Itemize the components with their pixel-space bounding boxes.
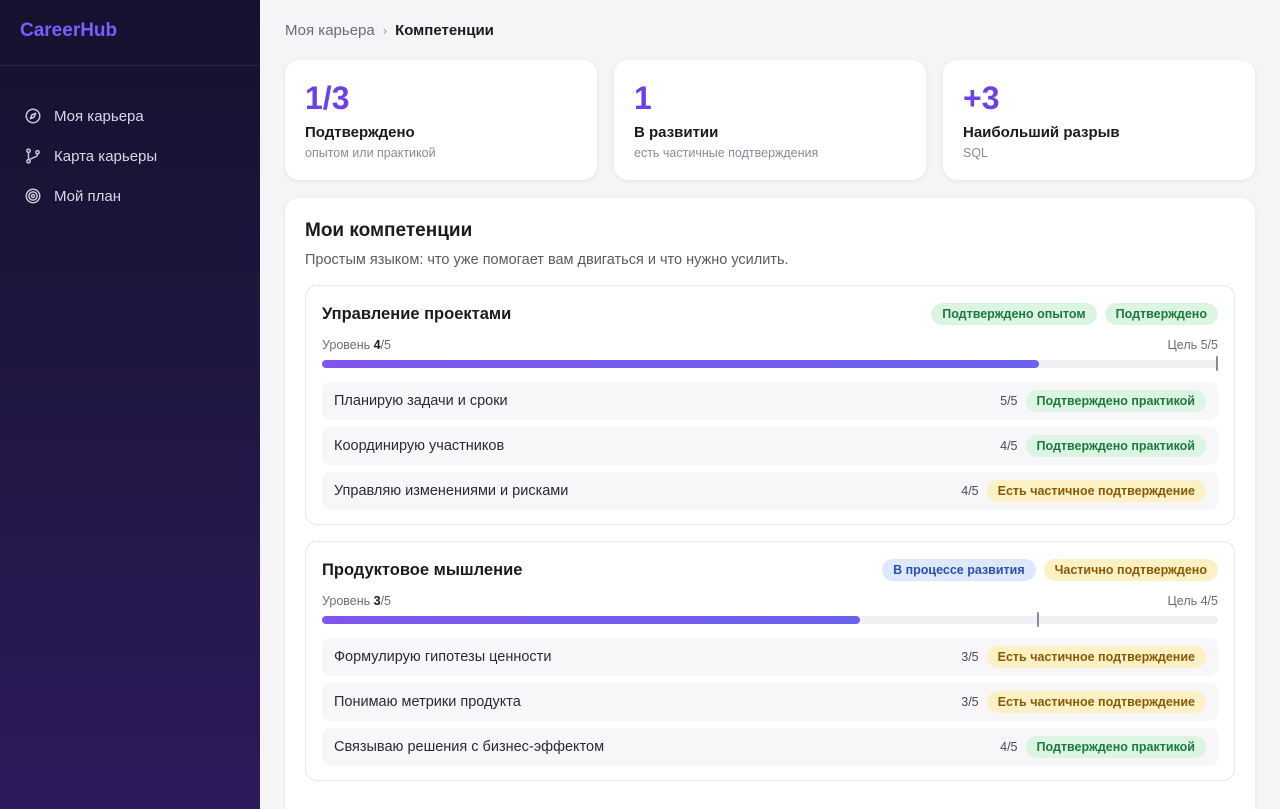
level-value: 4 — [373, 338, 381, 352]
competency-card[interactable]: Управление проектами Подтверждено опытом… — [305, 285, 1235, 525]
goal-marker — [1216, 356, 1218, 371]
goal-label: Цель 4/5 — [1167, 594, 1218, 608]
goal-label: Цель 5/5 — [1167, 338, 1218, 352]
level-progress-bar — [322, 356, 1218, 371]
skill-row[interactable]: Планирую задачи и сроки 5/5 Подтверждено… — [322, 382, 1218, 420]
breadcrumb-current: Компетенции — [395, 21, 494, 39]
level-progress-fill — [322, 360, 1039, 368]
skill-list: Планирую задачи и сроки 5/5 Подтверждено… — [322, 382, 1218, 510]
skill-score: 3/5 — [961, 695, 979, 709]
level-value: 3 — [373, 594, 381, 608]
stat-label: В развитии — [634, 124, 719, 141]
brand-logo[interactable]: CareerHub — [0, 0, 260, 66]
skill-row[interactable]: Координирую участников 4/5 Подтверждено … — [322, 427, 1218, 465]
breadcrumb-parent-link[interactable]: Моя карьера — [285, 22, 375, 39]
skill-score: 5/5 — [1000, 394, 1018, 408]
sidebar-item-my-career[interactable]: Моя карьера — [0, 96, 260, 136]
stat-card-developing: 1 В развитии есть частичные подтверждени… — [614, 60, 926, 180]
sidebar-item-label: Карта карьеры — [54, 147, 158, 165]
compass-icon — [24, 107, 42, 125]
sidebar-item-career-map[interactable]: Карта карьеры — [0, 136, 260, 176]
skill-row[interactable]: Связываю решения с бизнес-эффектом 4/5 П… — [322, 728, 1218, 766]
competency-title: Продуктовое мышление — [322, 560, 523, 579]
status-badge: Подтверждено — [1104, 303, 1218, 325]
skill-name: Связываю решения с бизнес-эффектом — [334, 739, 605, 755]
sidebar: CareerHub Моя карьера Карта карьеры Мой … — [0, 0, 260, 809]
skill-name: Понимаю метрики продукта — [334, 694, 521, 710]
skill-status-badge: Есть частичное подтверждение — [986, 480, 1206, 502]
stat-card-biggest-gap: +3 Наибольший разрыв SQL — [943, 60, 1255, 180]
sidebar-nav: Моя карьера Карта карьеры Мой план — [0, 66, 260, 216]
skill-status-badge: Есть частичное подтверждение — [986, 691, 1206, 713]
stat-value: 1/3 — [305, 80, 350, 116]
stat-card-confirmed: 1/3 Подтверждено опытом или практикой — [285, 60, 597, 180]
level-label: Уровень 4/5 — [322, 338, 392, 352]
skill-score: 4/5 — [961, 484, 979, 498]
sidebar-item-my-plan[interactable]: Мой план — [0, 176, 260, 216]
level-label: Уровень 3/5 — [322, 594, 392, 608]
skill-score: 3/5 — [961, 650, 979, 664]
stat-label: Наибольший разрыв — [963, 124, 1120, 141]
stat-label: Подтверждено — [305, 124, 415, 141]
panel-title: Мои компетенции — [305, 220, 473, 241]
panel-subtitle: Простым языком: что уже помогает вам дви… — [305, 252, 789, 268]
stat-sub: есть частичные подтверждения — [634, 146, 819, 160]
main-content: Моя карьера › Компетенции 1/3 Подтвержде… — [260, 0, 1280, 809]
sidebar-item-label: Моя карьера — [54, 107, 144, 125]
skill-score: 4/5 — [1000, 740, 1018, 754]
skill-row[interactable]: Понимаю метрики продукта 3/5 Есть частич… — [322, 683, 1218, 721]
chevron-right-icon: › — [382, 22, 388, 38]
git-branch-icon — [24, 147, 42, 165]
stat-sub: SQL — [963, 146, 989, 160]
skill-name: Планирую задачи и сроки — [334, 393, 508, 409]
skill-list: Формулирую гипотезы ценности 3/5 Есть ча… — [322, 638, 1218, 766]
breadcrumb: Моя карьера › Компетенции — [285, 0, 1255, 60]
skill-row[interactable]: Формулирую гипотезы ценности 3/5 Есть ча… — [322, 638, 1218, 676]
skill-status-badge: Подтверждено практикой — [1025, 435, 1206, 457]
competency-badges: В процессе развития Частично подтвержден… — [882, 559, 1218, 581]
competency-card[interactable]: Продуктовое мышление В процессе развития… — [305, 541, 1235, 781]
skill-score: 4/5 — [1000, 439, 1018, 453]
sidebar-item-label: Мой план — [54, 187, 122, 205]
goal-marker — [1036, 612, 1039, 627]
skill-name: Координирую участников — [334, 438, 505, 454]
competency-title: Управление проектами — [322, 304, 512, 323]
skill-status-badge: Подтверждено практикой — [1025, 736, 1206, 758]
stat-sub: опытом или практикой — [305, 146, 436, 160]
status-badge: Частично подтверждено — [1043, 559, 1218, 581]
status-badge: Подтверждено опытом — [931, 303, 1097, 325]
competency-badges: Подтверждено опытом Подтверждено — [931, 303, 1218, 325]
target-icon — [24, 187, 42, 205]
skill-name: Формулирую гипотезы ценности — [334, 649, 552, 665]
stat-value: +3 — [963, 80, 1000, 116]
skill-status-badge: Подтверждено практикой — [1025, 390, 1206, 412]
level-progress-fill — [322, 616, 860, 624]
skill-row[interactable]: Управляю изменениями и рисками 4/5 Есть … — [322, 472, 1218, 510]
stats-row: 1/3 Подтверждено опытом или практикой 1 … — [285, 60, 1255, 180]
skill-name: Управляю изменениями и рисками — [334, 483, 569, 499]
stat-value: 1 — [634, 80, 652, 116]
status-badge: В процессе развития — [882, 559, 1036, 581]
skill-status-badge: Есть частичное подтверждение — [986, 646, 1206, 668]
competencies-panel: Мои компетенции Простым языком: что уже … — [285, 198, 1255, 809]
level-progress-bar — [322, 612, 1218, 627]
